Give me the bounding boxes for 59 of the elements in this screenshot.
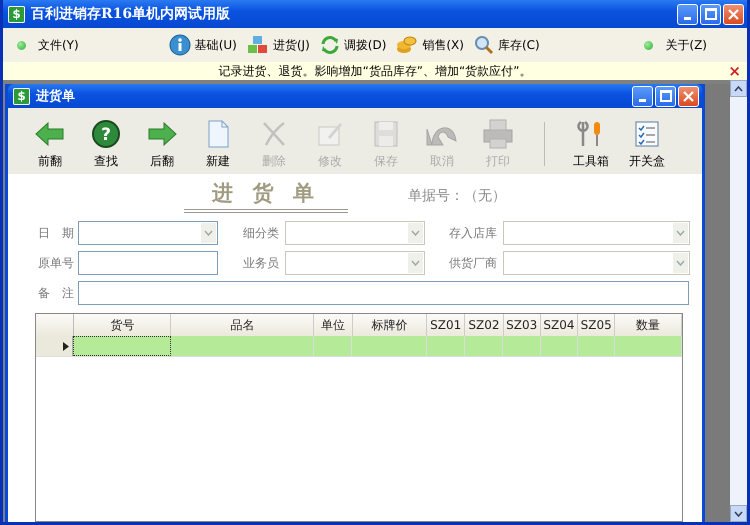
menu-item[interactable]: 基础(U) — [168, 34, 237, 56]
document-number: 单据号：（无） — [408, 187, 506, 205]
search-icon — [474, 35, 494, 55]
caret-icon — [204, 230, 213, 236]
toolbar-button[interactable]: 前翻 — [22, 119, 78, 170]
toolbar-button[interactable]: 开关盒 — [619, 119, 675, 170]
scroll-up-icon — [734, 86, 743, 92]
caret-icon — [676, 260, 685, 266]
field-label: 日 期 — [37, 224, 75, 242]
maximize-button[interactable] — [700, 4, 721, 24]
toolbar-button[interactable]: ? 查找 — [78, 119, 134, 170]
maximize-button[interactable] — [655, 86, 676, 106]
dropdown-field[interactable] — [78, 221, 218, 245]
minimize-button[interactable] — [677, 4, 698, 24]
input-field[interactable] — [78, 251, 218, 275]
field-label: 原单号 — [37, 254, 75, 272]
close-button[interactable] — [723, 4, 744, 24]
menu-item[interactable]: 库存(C) — [474, 35, 540, 55]
info-icon — [168, 34, 191, 56]
info-message: 记录进货、退货。影响增加“货品库存”、增加“货款应付”。 — [218, 62, 532, 80]
caret-icon — [676, 230, 685, 236]
toolbar-button[interactable]: 工具箱 — [563, 119, 619, 170]
status-dot-icon — [644, 40, 654, 50]
printer-icon — [482, 119, 514, 149]
arrow-right-icon — [146, 119, 178, 149]
field-label: 备 注 — [37, 284, 75, 302]
menu-item[interactable]: 文件(Y) — [17, 36, 79, 54]
cubes-icon — [246, 35, 269, 55]
arrows-cycle-icon — [320, 35, 340, 55]
help-icon: ? — [90, 119, 122, 149]
scroll-down-icon — [734, 510, 743, 516]
field-label: 存入店库 — [448, 224, 498, 242]
menu-item[interactable]: 关于(Z) — [644, 36, 707, 54]
window-title: 百利进销存R16单机内网试用版 — [31, 5, 230, 23]
menu-item[interactable]: 销售(X) — [396, 35, 464, 55]
menu-item[interactable]: 进货(J) — [246, 35, 310, 55]
row-pointer-icon — [63, 342, 70, 350]
close-button[interactable] — [678, 86, 699, 106]
status-dot-icon — [17, 40, 26, 50]
toolbar-button[interactable]: 新建 — [190, 119, 246, 170]
menu-item[interactable]: 调拨(D) — [320, 35, 386, 55]
app-icon: $ — [13, 88, 30, 104]
window-title: 进货单 — [36, 88, 75, 105]
coins-icon — [396, 35, 418, 55]
close-icon — [683, 90, 694, 102]
scrollbar[interactable] — [730, 80, 747, 522]
field-label: 业务员 — [242, 254, 280, 272]
caret-icon — [411, 260, 420, 266]
field-label: 供货厂商 — [448, 254, 498, 272]
field-label: 细分类 — [242, 224, 280, 242]
caret-icon — [411, 230, 420, 236]
input-field[interactable] — [78, 281, 689, 305]
close-button[interactable]: × — [728, 62, 741, 80]
minimize-button[interactable] — [632, 86, 653, 106]
toolbar-button[interactable]: 后翻 — [134, 119, 190, 170]
form-title: 进 货 单 — [184, 179, 348, 213]
app-icon: $ — [8, 6, 25, 22]
arrow-left-icon — [34, 119, 66, 149]
close-icon — [728, 8, 739, 20]
